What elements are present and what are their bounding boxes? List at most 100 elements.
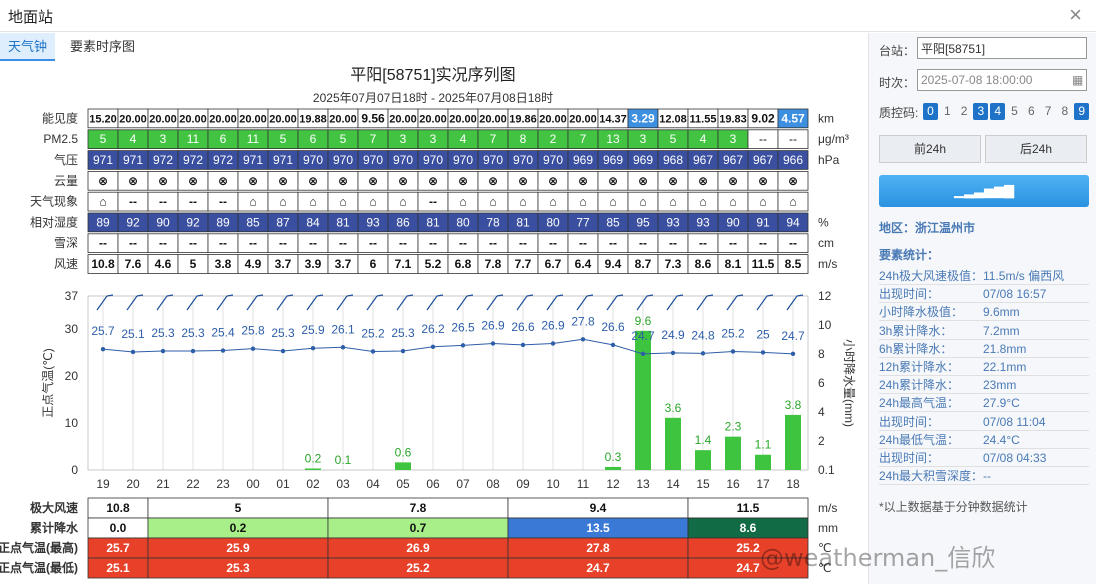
cell-value: 966 (783, 153, 803, 167)
stat-row: 24h最高气温： 27.9°C (879, 394, 1089, 413)
cell-value: -- (639, 236, 647, 250)
wind-barb-icon (636, 295, 648, 311)
x-tick-label: 23 (216, 477, 230, 491)
temp-point (250, 346, 256, 351)
wind-barb-icon (486, 295, 498, 311)
cell-value: 93 (696, 215, 710, 229)
cell-value: 972 (153, 153, 173, 167)
cell-value: ⊗ (158, 174, 168, 188)
play-button[interactable]: ▁▂▃▅▆▇ (879, 175, 1089, 207)
cell-value: 6.7 (545, 257, 562, 271)
summary-value: 24.7 (586, 561, 610, 575)
close-icon[interactable]: × (1069, 2, 1082, 28)
summary-value: 11.5 (737, 501, 760, 515)
summary-unit: mm (818, 521, 838, 535)
qc-code-1[interactable]: 1 (940, 103, 955, 120)
cell-value: -- (519, 236, 527, 250)
qc-code-2[interactable]: 2 (957, 103, 972, 120)
temp-point (220, 348, 226, 353)
temp-label: 26.6 (601, 320, 625, 334)
temp-point (760, 350, 766, 355)
row-label: 天气现象 (30, 194, 78, 209)
row-unit: m/s (818, 257, 837, 271)
qc-code-9[interactable]: 9 (1074, 103, 1090, 120)
wind-barb-icon (606, 295, 618, 311)
stat-key: 出现时间： (879, 287, 940, 302)
time-input[interactable] (917, 69, 1087, 91)
cell-value: 86 (396, 215, 410, 229)
cell-value: -- (429, 195, 437, 209)
cell-value: 970 (513, 153, 533, 167)
wind-barb-icon (726, 295, 738, 311)
stat-key: 24h最高气温： (879, 396, 960, 411)
cell-value: 5 (100, 132, 107, 146)
summary-value: 26.9 (406, 541, 430, 555)
cell-value: 20.00 (149, 113, 177, 125)
wind-barb-icon (756, 295, 768, 311)
cell-value: 80 (546, 215, 560, 229)
qc-code-3[interactable]: 3 (973, 103, 989, 120)
summary-row-label: 极大风速 (30, 500, 78, 515)
cell-value: 8.6 (695, 257, 712, 271)
cell-value: 6.4 (575, 257, 592, 271)
x-tick-label: 15 (696, 477, 710, 491)
cell-value: 20.00 (239, 113, 267, 125)
rain-bar (785, 414, 801, 470)
summary-value: 8.6 (740, 521, 757, 535)
cell-value: ⊗ (368, 174, 378, 188)
summary-value: 10.8 (106, 501, 130, 515)
cell-value: 20.00 (389, 113, 417, 125)
x-tick-label: 03 (336, 477, 350, 491)
prev-24h-button[interactable]: 前24h (879, 135, 981, 163)
stat-row: 24h最大积雪深度：-- (879, 467, 1089, 486)
cell-value: ⌂ (789, 195, 796, 209)
cell-value: 84 (306, 215, 320, 229)
y-tick-label: 30 (65, 322, 79, 336)
cell-value: 15.20 (89, 113, 117, 125)
temp-point (790, 351, 796, 357)
stat-key: 小时降水极值： (879, 305, 964, 320)
cell-value: ⊗ (788, 174, 798, 188)
temp-label: 25.8 (241, 324, 265, 338)
tab-weather-clock[interactable]: 天气钟 (0, 33, 56, 61)
row-label: 气压 (54, 152, 78, 167)
stat-row: 24h累计降水： 23mm (879, 376, 1089, 395)
rain-label: 0.1 (335, 453, 352, 467)
temp-label: 24.7 (781, 329, 805, 343)
stat-value: 27.9°C (983, 396, 1020, 411)
qc-code-5[interactable]: 5 (1007, 103, 1022, 120)
calendar-icon[interactable]: ▦ (1072, 73, 1083, 87)
cell-value: 94 (786, 215, 800, 229)
cell-value: 970 (333, 153, 353, 167)
summary-value: 25.2 (406, 561, 430, 575)
cell-value: 3 (430, 132, 437, 146)
temp-point (100, 346, 106, 352)
cell-value: 11.55 (690, 113, 717, 125)
qc-code-4[interactable]: 4 (990, 103, 1006, 120)
cell-value: 5 (670, 132, 677, 146)
cell-value: 4 (460, 132, 467, 146)
cell-value: 19.88 (299, 113, 327, 125)
station-input[interactable] (917, 37, 1087, 59)
row-unit: μg/m³ (818, 132, 849, 146)
wind-barb-icon (306, 295, 318, 311)
qc-code-6[interactable]: 6 (1024, 103, 1039, 120)
cell-value: 7.8 (485, 257, 502, 271)
stat-key: 出现时间： (879, 451, 940, 465)
summary-value: 5 (235, 501, 242, 515)
cell-value: 969 (573, 153, 593, 167)
y2-tick-label: 4 (818, 405, 825, 419)
temp-label: 24.8 (691, 328, 715, 342)
summary-value: 24.7 (736, 561, 760, 575)
stat-key: 12h累计降水： (879, 360, 960, 374)
cell-value: 3 (730, 132, 737, 146)
x-tick-label: 05 (396, 477, 410, 491)
qc-code-7[interactable]: 7 (1041, 103, 1056, 120)
cell-value: 10.8 (91, 257, 115, 271)
next-24h-button[interactable]: 后24h (985, 135, 1087, 163)
qc-code-0[interactable]: 0 (923, 103, 938, 120)
stat-key: 出现时间： (879, 414, 940, 429)
rain-label: 0.6 (395, 445, 412, 459)
qc-code-8[interactable]: 8 (1057, 103, 1072, 120)
tab-element-timeseries[interactable]: 要素时序图 (62, 33, 143, 61)
